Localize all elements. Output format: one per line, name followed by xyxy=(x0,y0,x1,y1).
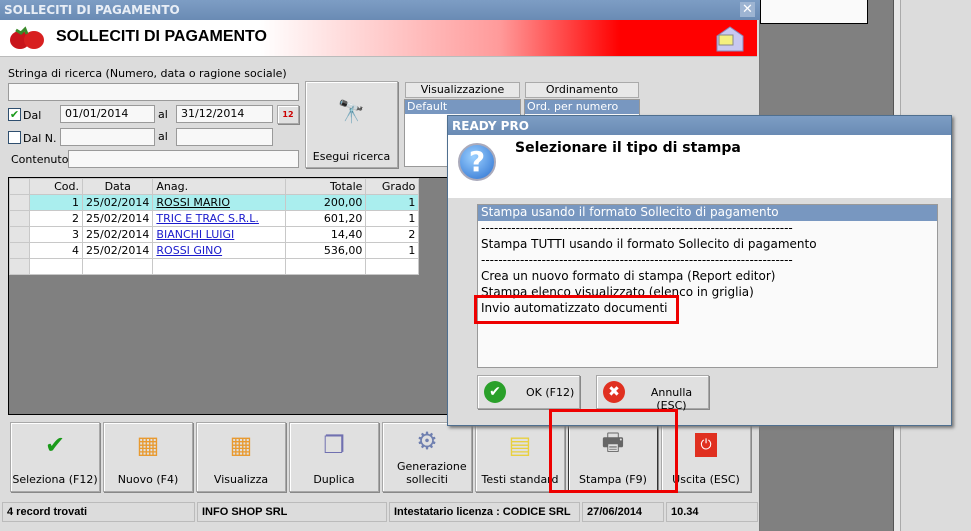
option-report-editor[interactable]: Crea un nuovo formato di stampa (Report … xyxy=(478,269,937,285)
cell-grado: 2 xyxy=(365,226,420,243)
cell-data: 25/02/2014 xyxy=(81,226,154,243)
cell-cod: 2 xyxy=(29,210,83,227)
table-row-empty[interactable] xyxy=(9,258,420,275)
option-stampa-tutti[interactable]: Stampa TUTTI usando il formato Sollecito… xyxy=(478,237,937,253)
background-panel xyxy=(760,0,868,24)
document-gear-icon: ⚙ xyxy=(416,427,438,455)
table-row[interactable]: 3 25/02/2014 BIANCHI LUIGI 14,40 2 xyxy=(9,226,420,243)
binoculars-icon: 🔭 xyxy=(337,100,366,125)
dialog-title: READY PRO xyxy=(448,116,951,135)
status-time: 10.34 xyxy=(666,502,758,522)
option-separator: ----------------------------------------… xyxy=(481,253,793,267)
num-to-input[interactable] xyxy=(176,128,273,146)
al-label: al xyxy=(158,108,168,121)
date-to-input[interactable]: 31/12/2014 xyxy=(176,105,273,123)
cell-anag[interactable]: ROSSI GINO xyxy=(152,242,287,259)
dal-label: Dal xyxy=(23,109,42,122)
question-icon: ? xyxy=(458,143,496,181)
cell-data: 25/02/2014 xyxy=(81,194,154,211)
checkmark-icon: ✔ xyxy=(484,381,506,403)
mail-note-icon xyxy=(716,26,744,52)
date-from-input[interactable]: 01/01/2014 xyxy=(60,105,155,123)
status-date: 27/06/2014 xyxy=(582,502,664,522)
status-license: Intestatario licenza : CODICE SRL xyxy=(389,502,580,522)
grid-check-icon: ▦ xyxy=(229,431,253,459)
cell-data: 25/02/2014 xyxy=(81,210,154,227)
cell-totale: 601,20 xyxy=(285,210,367,227)
cell-cod: 3 xyxy=(29,226,83,243)
dialog-header: ? Selezionare il tipo di stampa xyxy=(448,135,951,198)
col-data[interactable]: Data xyxy=(81,178,154,195)
print-options-list[interactable]: Stampa usando il formato Sollecito di pa… xyxy=(477,204,938,368)
cell-totale: 536,00 xyxy=(285,242,367,259)
option-separator: ----------------------------------------… xyxy=(481,221,793,235)
header-title: SOLLECITI DI PAGAMENTO xyxy=(56,28,267,45)
row-header[interactable] xyxy=(9,210,30,227)
cell-grado: 1 xyxy=(365,210,420,227)
window-title: SOLLECITI DI PAGAMENTO xyxy=(0,0,760,20)
col-totale[interactable]: Totale xyxy=(285,178,367,195)
cell-cod: 1 xyxy=(29,194,83,211)
cell-anag[interactable]: ROSSI MARIO xyxy=(152,194,287,211)
row-header-corner xyxy=(9,178,30,195)
highlight-invio-option xyxy=(474,295,679,324)
calendar-button[interactable]: 12 xyxy=(277,105,299,124)
visualizzazione-item[interactable]: Default xyxy=(405,100,520,114)
row-header[interactable] xyxy=(9,194,30,211)
visualizzazione-header: Visualizzazione xyxy=(405,82,520,98)
contenuto-label: Contenuto xyxy=(11,153,69,166)
generazione-solleciti-button[interactable]: ⚙ Generazione solleciti xyxy=(382,422,472,492)
cell-totale: 14,40 xyxy=(285,226,367,243)
daln-label: Dal N. xyxy=(23,132,57,145)
ok-button[interactable]: ✔ OK (F12) xyxy=(477,375,580,409)
option-stampa-sollecito[interactable]: Stampa usando il formato Sollecito di pa… xyxy=(478,205,937,221)
visualizza-button[interactable]: ▦ Visualizza xyxy=(196,422,286,492)
x-icon: ✖ xyxy=(603,381,625,403)
dialog-question: Selezionare il tipo di stampa xyxy=(515,140,741,156)
grid-header-row: Cod. Data Anag. Totale Grado xyxy=(9,178,420,195)
table-row[interactable]: 1 25/02/2014 ROSSI MARIO 200,00 1 xyxy=(9,194,420,211)
duplica-button[interactable]: ❐ Duplica xyxy=(289,422,379,492)
status-company: INFO SHOP SRL xyxy=(197,502,387,522)
al-label-2: al xyxy=(158,130,168,143)
ordinamento-item[interactable]: Ord. per numero xyxy=(525,100,639,114)
col-anag[interactable]: Anag. xyxy=(152,178,287,195)
cell-totale: 200,00 xyxy=(285,194,367,211)
ordinamento-header: Ordinamento xyxy=(525,82,639,98)
strawberry-logo-icon xyxy=(10,26,44,49)
search-input[interactable] xyxy=(8,83,299,101)
row-header[interactable] xyxy=(9,242,30,259)
search-button-label: Esegui ricerca xyxy=(312,150,391,163)
cell-anag[interactable]: TRIC E TRAC S.R.L. xyxy=(152,210,287,227)
dal-checkbox[interactable]: ✔ xyxy=(8,108,21,121)
cell-grado: 1 xyxy=(365,194,420,211)
solleciti-grid[interactable]: Cod. Data Anag. Totale Grado 1 25/02/2014… xyxy=(8,177,448,415)
col-grado[interactable]: Grado xyxy=(365,178,420,195)
col-cod[interactable]: Cod. xyxy=(29,178,83,195)
cell-grado: 1 xyxy=(365,242,420,259)
window-header: SOLLECITI DI PAGAMENTO xyxy=(0,20,757,57)
num-from-input[interactable] xyxy=(60,128,155,146)
cell-cod: 4 xyxy=(29,242,83,259)
cell-anag[interactable]: BIANCHI LUIGI xyxy=(152,226,287,243)
grid-add-icon: ▦ xyxy=(136,431,160,459)
print-type-dialog: READY PRO ? Selezionare il tipo di stamp… xyxy=(447,115,952,426)
duplicate-icon: ❐ xyxy=(323,431,345,459)
seleziona-button[interactable]: ✔ Seleziona (F12) xyxy=(10,422,100,492)
table-row[interactable]: 2 25/02/2014 TRIC E TRAC S.R.L. 601,20 1 xyxy=(9,210,420,227)
search-label: Stringa di ricerca (Numero, data o ragio… xyxy=(8,67,287,80)
checkmark-icon: ✔ xyxy=(44,431,66,459)
highlight-stampa-button xyxy=(549,409,678,493)
close-button[interactable]: ✕ xyxy=(740,2,755,17)
cell-data: 25/02/2014 xyxy=(81,242,154,259)
status-records: 4 record trovati xyxy=(2,502,195,522)
contenuto-input[interactable] xyxy=(68,150,299,168)
nuovo-button[interactable]: ▦ Nuovo (F4) xyxy=(103,422,193,492)
row-header[interactable] xyxy=(9,226,30,243)
search-button[interactable]: 🔭 Esegui ricerca xyxy=(305,81,398,168)
cancel-button[interactable]: ✖ Annulla (ESC) xyxy=(596,375,709,412)
daln-checkbox[interactable] xyxy=(8,131,21,144)
table-row[interactable]: 4 25/02/2014 ROSSI GINO 536,00 1 xyxy=(9,242,420,259)
